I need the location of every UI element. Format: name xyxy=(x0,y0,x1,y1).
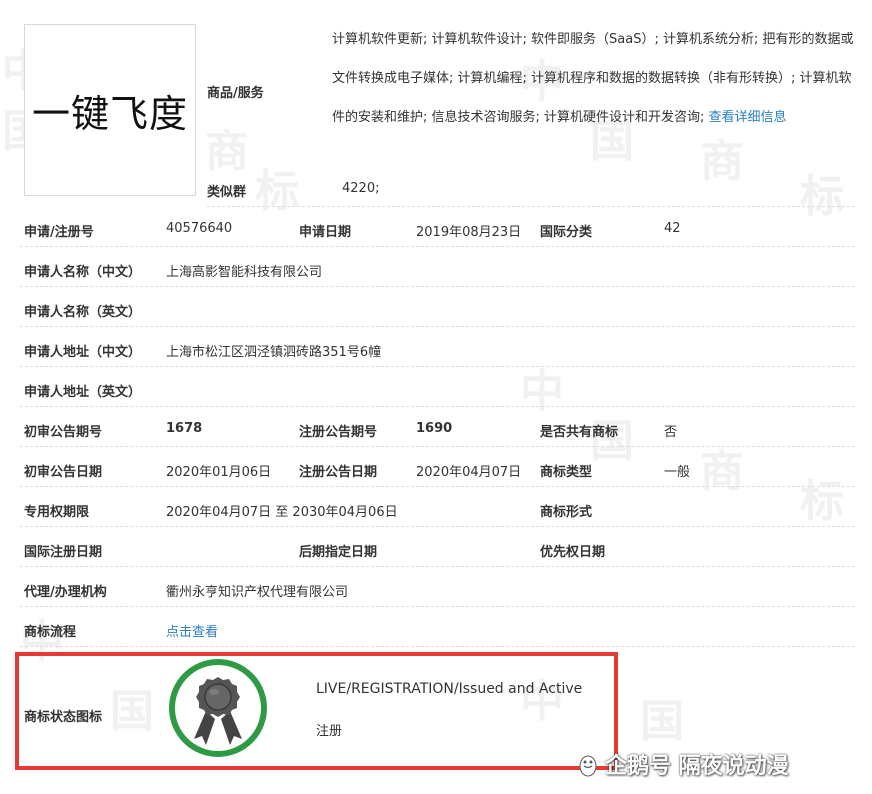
applicant-name-cn-label: 申请人名称（中文） xyxy=(24,265,142,280)
applicant-addr-en-label: 申请人地址（英文） xyxy=(24,385,142,400)
agent-value: 衢州永亨知识产权代理有限公司 xyxy=(166,585,349,600)
prelim-issue-value: 1678 xyxy=(166,421,203,436)
intl-class-label: 国际分类 xyxy=(540,225,593,240)
divider xyxy=(20,286,855,287)
penguin-icon xyxy=(575,753,605,777)
agent-label: 代理/办理机构 xyxy=(24,585,107,600)
reg-issue-value: 1690 xyxy=(416,421,453,436)
mark-flow-label: 商标流程 xyxy=(24,625,77,640)
prelim-date-value: 2020年01月06日 xyxy=(166,465,272,480)
divider xyxy=(20,606,855,607)
applicant-addr-cn-label: 申请人地址（中文） xyxy=(24,345,142,360)
status-badge xyxy=(169,659,267,757)
reg-no-label: 申请/注册号 xyxy=(24,225,94,240)
divider xyxy=(20,246,855,247)
divider xyxy=(20,566,855,567)
apply-date-value: 2019年08月23日 xyxy=(416,225,522,240)
apply-date-label: 申请日期 xyxy=(299,225,352,240)
rights-period-label: 专用权期限 xyxy=(24,505,90,520)
rights-period-value: 2020年04月07日 至 2030年04月06日 xyxy=(166,505,398,520)
divider xyxy=(20,526,855,527)
divider xyxy=(20,406,855,407)
prelim-date-label: 初审公告日期 xyxy=(24,465,103,480)
mark-form-label: 商标形式 xyxy=(540,505,593,520)
view-details-link[interactable]: 查看详细信息 xyxy=(709,110,787,125)
reg-date-label: 注册公告日期 xyxy=(299,465,378,480)
reg-issue-label: 注册公告期号 xyxy=(299,425,378,440)
shared-mark-value: 否 xyxy=(664,425,678,440)
goods-services-label: 商品/服务 xyxy=(207,86,264,101)
divider xyxy=(20,326,855,327)
priority-date-label: 优先权日期 xyxy=(540,545,606,560)
reg-date-value: 2020年04月07日 xyxy=(416,465,522,480)
reg-no-value: 40576640 xyxy=(166,221,233,236)
trademark-detail-page: 一键飞度 商品/服务 计算机软件更新; 计算机软件设计; 软件即服务（SaaS）… xyxy=(0,0,872,794)
prelim-issue-label: 初审公告期号 xyxy=(24,425,103,440)
trademark-image: 一键飞度 xyxy=(24,24,196,196)
shared-mark-label: 是否共有商标 xyxy=(540,425,619,440)
source-watermark: 企鹅号 隔夜说动漫 xyxy=(575,748,789,780)
divider xyxy=(20,486,855,487)
similar-group-label: 类似群 xyxy=(207,185,247,200)
applicant-addr-cn-value: 上海市松江区泗泾镇泗砖路351号6幢 xyxy=(166,345,382,360)
status-en-text: LIVE/REGISTRATION/Issued and Active xyxy=(316,681,583,697)
intl-reg-date-label: 国际注册日期 xyxy=(24,545,103,560)
mark-type-label: 商标类型 xyxy=(540,465,593,480)
applicant-name-cn-value: 上海高影智能科技有限公司 xyxy=(166,265,323,280)
status-highlight-frame xyxy=(15,652,618,770)
mark-type-value: 一般 xyxy=(664,465,691,480)
divider xyxy=(207,206,855,207)
divider xyxy=(20,446,855,447)
trademark-logo-text: 一键飞度 xyxy=(31,91,188,136)
divider xyxy=(20,646,855,647)
status-cn-text: 注册 xyxy=(316,724,343,739)
goods-services-value: 计算机软件更新; 计算机软件设计; 软件即服务（SaaS）; 计算机系统分析; … xyxy=(332,20,857,137)
source-watermark-text: 企鹅号 隔夜说动漫 xyxy=(605,754,789,779)
intl-class-value: 42 xyxy=(664,221,681,236)
award-ribbon-icon xyxy=(194,677,242,745)
similar-group-value: 4220; xyxy=(342,181,380,196)
status-icon-label: 商标状态图标 xyxy=(24,710,103,725)
divider xyxy=(20,366,855,367)
later-designation-date-label: 后期指定日期 xyxy=(299,545,378,560)
applicant-name-en-label: 申请人名称（英文） xyxy=(24,305,142,320)
mark-flow-link[interactable]: 点击查看 xyxy=(166,621,218,640)
